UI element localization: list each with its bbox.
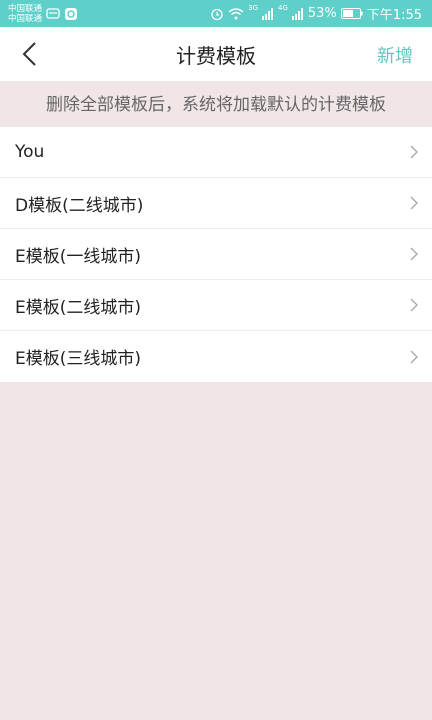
chevron-right-icon bbox=[410, 350, 418, 364]
template-label: E模板(一线城市) bbox=[15, 246, 142, 267]
alarm-icon bbox=[210, 7, 224, 21]
nav-bar: 计费模板 新增 bbox=[0, 27, 432, 81]
chevron-right-icon bbox=[410, 298, 418, 312]
message-notification-icon bbox=[46, 7, 60, 20]
page-title: 计费模板 bbox=[176, 43, 256, 68]
carrier-1-label: 中国联通 bbox=[8, 3, 43, 14]
template-item-e-tier1[interactable]: E模板(一线城市) bbox=[0, 229, 432, 280]
chevron-right-icon bbox=[410, 196, 418, 210]
default-template-notice: 删除全部模板后，系统将加载默认的计费模板 bbox=[0, 81, 432, 127]
battery-percent: 53% bbox=[307, 6, 337, 21]
template-item-e-tier3[interactable]: E模板(三线城市) bbox=[0, 331, 432, 382]
wifi-icon bbox=[228, 7, 244, 20]
carrier-info: 中国联通 中国联通 bbox=[8, 4, 78, 24]
template-label: D模板(二线城市) bbox=[15, 195, 144, 216]
status-bar: 中国联通 中国联通 3G 4G 53% 下午1:55 bbox=[0, 0, 432, 27]
add-template-button[interactable]: 新增 bbox=[377, 42, 413, 68]
template-list: You D模板(二线城市) E模板(一线城市) E模板(二线城市) E模板(三线… bbox=[0, 127, 432, 382]
carrier-names: 中国联通 中国联通 bbox=[8, 4, 42, 24]
chevron-left-icon bbox=[22, 42, 36, 66]
network-type-1: 3G bbox=[248, 4, 258, 12]
template-item-e-tier2[interactable]: E模板(二线城市) bbox=[0, 280, 432, 331]
signal-strength-1-icon bbox=[262, 7, 274, 20]
template-item-d-tier2[interactable]: D模板(二线城市) bbox=[0, 178, 432, 229]
template-label: E模板(三线城市) bbox=[15, 349, 142, 369]
template-item-you[interactable]: You bbox=[0, 127, 432, 178]
battery-icon bbox=[340, 8, 363, 19]
chevron-right-icon bbox=[410, 247, 418, 261]
chevron-right-icon bbox=[410, 145, 418, 159]
status-indicators: 3G 4G 53% 下午1:55 bbox=[210, 4, 422, 23]
clock: 下午1:55 bbox=[366, 8, 422, 23]
template-label: E模板(二线城市) bbox=[15, 297, 142, 318]
back-button[interactable] bbox=[12, 37, 46, 71]
carrier-2-label: 中国联通 bbox=[8, 13, 43, 24]
network-type-2: 4G bbox=[278, 4, 288, 12]
template-label: You bbox=[15, 142, 45, 162]
app-notification-icon bbox=[64, 7, 78, 21]
signal-strength-2-icon bbox=[291, 7, 304, 20]
